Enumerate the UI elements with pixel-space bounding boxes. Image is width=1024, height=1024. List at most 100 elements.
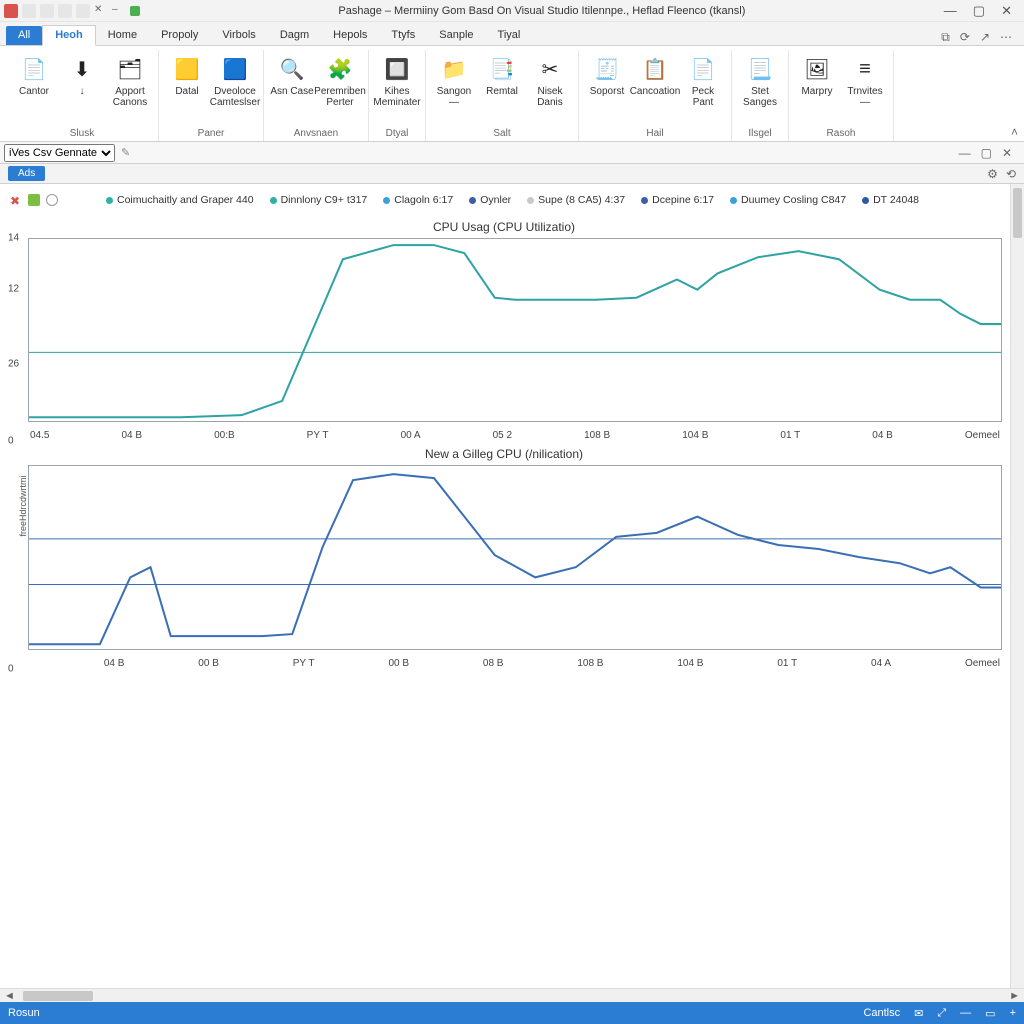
ribbon-button[interactable]: 🧩Peremriben Perter	[318, 50, 362, 126]
ribbon-button-label: Asn Case	[270, 86, 313, 108]
legend-item[interactable]: DT 24048	[862, 194, 919, 206]
gear-icon[interactable]: ⚙	[987, 167, 998, 181]
status-dash[interactable]: —	[960, 1007, 971, 1019]
overflow-icon[interactable]: ⋯	[1000, 30, 1012, 45]
status-item[interactable]: Cantlsc	[863, 1007, 900, 1019]
mail-icon[interactable]: ✉	[914, 1007, 923, 1020]
qat-x-icon[interactable]: ✕	[94, 4, 108, 18]
ribbon-button-icon: 📑	[487, 54, 517, 84]
ribbon-button[interactable]: 📄Cantor	[12, 50, 56, 126]
doc-minimize-button[interactable]: —	[959, 146, 971, 160]
legend-item[interactable]: Oynler	[469, 194, 511, 206]
tab-virbols[interactable]: Virbols	[210, 26, 267, 45]
title-bar: ✕ – Pashage – Mermiiny Gom Basd On Visua…	[0, 0, 1024, 22]
legend-label: DT 24048	[873, 194, 919, 206]
ribbon-button[interactable]: ⬇↓	[60, 50, 104, 126]
ribbon-button[interactable]: 🔲Kihes Meminater	[375, 50, 419, 126]
horizontal-scrollbar[interactable]: ◄ ►	[0, 988, 1024, 1002]
vertical-scroll-thumb[interactable]	[1013, 188, 1022, 238]
ribbon-button[interactable]: 🟦Dveoloce Camteslser	[213, 50, 257, 126]
legend-item[interactable]: Dcepine 6:17	[641, 194, 714, 206]
status-plus[interactable]: +	[1010, 1007, 1016, 1019]
ribbon-button-label: Cantor	[19, 86, 49, 108]
undo-icon[interactable]	[40, 4, 54, 18]
ribbon-button[interactable]: 📁Sangon —	[432, 50, 476, 126]
ribbon-button-icon: 🟦	[220, 54, 250, 84]
save-icon[interactable]	[22, 4, 36, 18]
maximize-button[interactable]: ▢	[973, 3, 985, 19]
x-tick-label: 104 B	[677, 658, 703, 669]
green-square-icon[interactable]	[28, 194, 40, 206]
x-tick-label: 00:B	[214, 430, 235, 441]
tab-file[interactable]: All	[6, 26, 42, 45]
expand-icon[interactable]: ⤢	[937, 1007, 946, 1020]
legend-item[interactable]: Dinnlony C9+ t317	[270, 194, 368, 206]
ribbon-button[interactable]: 🟨Datal	[165, 50, 209, 126]
ribbon-button[interactable]: 📑Remtal	[480, 50, 524, 126]
redo-icon[interactable]	[58, 4, 72, 18]
red-x-icon[interactable]: ✖	[10, 194, 22, 206]
ribbon-button[interactable]: ≡Trnvites —	[843, 50, 887, 126]
horizontal-scroll-thumb[interactable]	[23, 991, 93, 1001]
minimize-button[interactable]: —	[944, 3, 957, 19]
ribbon-button[interactable]: 🧾Soporst	[585, 50, 629, 126]
hscroll-right-arrow[interactable]: ►	[1005, 990, 1024, 1002]
qat-green-icon[interactable]	[130, 6, 140, 16]
legend-item[interactable]: Clagoln 6:17	[383, 194, 453, 206]
ribbon-button[interactable]: ✂Nisek Danis	[528, 50, 572, 126]
tab-dagm[interactable]: Dagm	[268, 26, 321, 45]
ribbon-group-label: Hail	[585, 126, 725, 141]
ribbon-button-icon: 🧩	[325, 54, 355, 84]
ribbon-button[interactable]: 📃Stet Sanges	[738, 50, 782, 126]
share-icon[interactable]: ↗	[980, 30, 990, 45]
hscroll-left-arrow[interactable]: ◄	[0, 990, 19, 1002]
help-icon[interactable]: ⧉	[941, 30, 950, 45]
vertical-scrollbar[interactable]	[1010, 184, 1024, 988]
ribbon-button[interactable]: 🗂Apport Canons	[108, 50, 152, 126]
legend-item[interactable]: Coimuchaitly and Graper 440	[106, 194, 254, 206]
circle-icon[interactable]	[46, 194, 58, 206]
x-tick-label: 04.5	[30, 430, 49, 441]
tab-hepols[interactable]: Hepols	[321, 26, 379, 45]
view-dropdown[interactable]: iVes Csv Gennate	[4, 144, 115, 162]
legend-item[interactable]: Supe (8 CA5) 4:37	[527, 194, 625, 206]
collapse-ribbon-icon[interactable]: ˄	[1011, 125, 1018, 139]
status-view-icon[interactable]: ▭	[985, 1007, 995, 1020]
qat-dash-icon[interactable]: –	[112, 4, 126, 18]
ribbon-button-label: Peck Pant	[681, 86, 725, 108]
ribbon-button[interactable]: 🔍Asn Case	[270, 50, 314, 126]
app-icon	[4, 4, 18, 18]
ribbon-button[interactable]: 📋Cancoation	[633, 50, 677, 126]
wand-icon[interactable]: ✎	[121, 146, 130, 159]
tab-tiyal[interactable]: Tiyal	[486, 26, 533, 45]
ribbon-button-icon: 🟨	[172, 54, 202, 84]
chart1-box[interactable]	[28, 238, 1002, 422]
x-tick-label: 04 B	[872, 430, 893, 441]
ribbon-button[interactable]: 🖼Marpry	[795, 50, 839, 126]
tab-ttyfs[interactable]: Ttyfs	[379, 26, 427, 45]
sync-icon[interactable]: ⟳	[960, 30, 970, 45]
tab-propoly[interactable]: Propoly	[149, 26, 210, 45]
tab-home[interactable]: Home	[96, 26, 149, 45]
doc-restore-button[interactable]: ▢	[981, 146, 992, 160]
ribbon-button-icon: 🗂	[115, 54, 145, 84]
refresh-icon[interactable]: ⟲	[1006, 167, 1016, 181]
ribbon-button[interactable]: 📄Peck Pant	[681, 50, 725, 126]
ribbon-button-label: Soporst	[590, 86, 624, 108]
ribbon-button-label: Stet Sanges	[738, 86, 782, 108]
tab-heoh[interactable]: Heoh	[42, 25, 96, 46]
x-tick-label: PY T	[293, 658, 315, 669]
close-button[interactable]: ✕	[1001, 3, 1012, 19]
ribbon-button-icon: 🔲	[382, 54, 412, 84]
tab-sanple[interactable]: Sanple	[427, 26, 485, 45]
ribbon-tabs: All Heoh Home Propoly Virbols Dagm Hepol…	[0, 22, 1024, 46]
chart2-box[interactable]	[28, 465, 1002, 649]
status-bar: Rosun Cantlsc ✉ ⤢ — ▭ +	[0, 1002, 1024, 1024]
x-tick-label: 08 B	[483, 658, 504, 669]
ribbon-button-icon: ⬇	[67, 54, 97, 84]
legend-item[interactable]: Duumey Cosling C847	[730, 194, 846, 206]
qat-icon[interactable]	[76, 4, 90, 18]
panel-tab-ads[interactable]: Ads	[8, 166, 45, 181]
ribbon-button-label: Cancoation	[630, 86, 681, 108]
doc-close-button[interactable]: ✕	[1002, 146, 1012, 160]
